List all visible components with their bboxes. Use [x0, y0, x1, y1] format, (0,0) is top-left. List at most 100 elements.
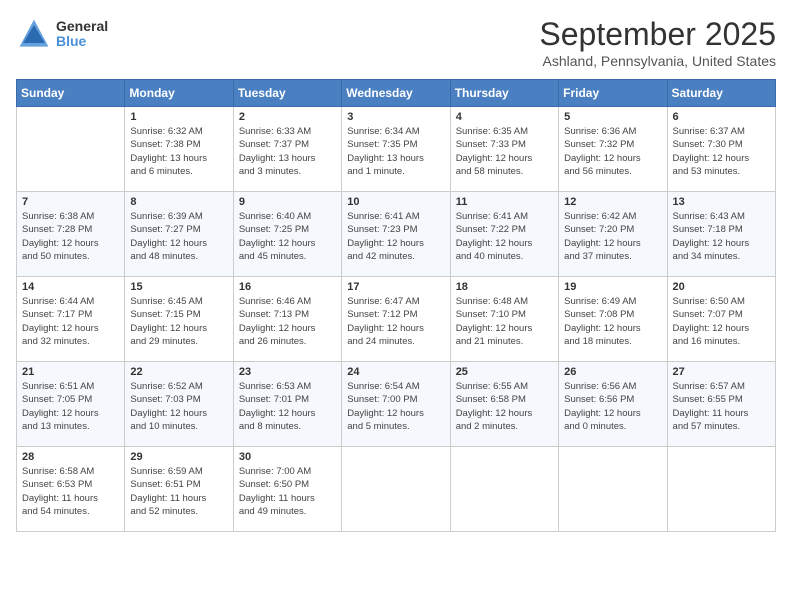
col-header-thursday: Thursday [450, 80, 558, 107]
day-info: Sunrise: 6:44 AM Sunset: 7:17 PM Dayligh… [22, 295, 119, 348]
day-info: Sunrise: 6:35 AM Sunset: 7:33 PM Dayligh… [456, 125, 553, 178]
calendar-day: 12 Sunrise: 6:42 AM Sunset: 7:20 PM Dayli… [559, 192, 667, 277]
calendar-day: 27 Sunrise: 6:57 AM Sunset: 6:55 PM Dayli… [667, 362, 775, 447]
col-header-saturday: Saturday [667, 80, 775, 107]
day-number: 8 [130, 196, 227, 208]
day-info: Sunrise: 6:59 AM Sunset: 6:51 PM Dayligh… [130, 465, 227, 518]
day-number: 17 [347, 281, 444, 293]
logo-icon [16, 16, 52, 52]
day-info: Sunrise: 6:57 AM Sunset: 6:55 PM Dayligh… [673, 380, 770, 433]
day-info: Sunrise: 6:40 AM Sunset: 7:25 PM Dayligh… [239, 210, 336, 263]
calendar-day: 5Sunrise: 6:36 AM Sunset: 7:32 PM Daylig… [559, 107, 667, 192]
day-info: Sunrise: 6:53 AM Sunset: 7:01 PM Dayligh… [239, 380, 336, 433]
day-info: Sunrise: 6:58 AM Sunset: 6:53 PM Dayligh… [22, 465, 119, 518]
calendar-day: 3 Sunrise: 6:34 AM Sunset: 7:35 PM Daylig… [342, 107, 450, 192]
logo-text: General Blue [56, 19, 108, 50]
day-number: 9 [239, 196, 336, 208]
day-info: Sunrise: 6:51 AM Sunset: 7:05 PM Dayligh… [22, 380, 119, 433]
day-number: 30 [239, 451, 336, 463]
day-info: Sunrise: 6:42 AM Sunset: 7:20 PM Dayligh… [564, 210, 661, 263]
location: Ashland, Pennsylvania, United States [539, 53, 776, 69]
day-number: 19 [564, 281, 661, 293]
logo: General Blue [16, 16, 108, 52]
calendar-day [342, 447, 450, 532]
day-number: 4 [456, 111, 553, 123]
day-info: Sunrise: 6:37 AM Sunset: 7:30 PM Dayligh… [673, 125, 770, 178]
day-info: Sunrise: 6:49 AM Sunset: 7:08 PM Dayligh… [564, 295, 661, 348]
col-header-friday: Friday [559, 80, 667, 107]
calendar-day: 30 Sunrise: 7:00 AM Sunset: 6:50 PM Dayli… [233, 447, 341, 532]
page-header: General Blue September 2025 Ashland, Pen… [16, 16, 776, 69]
day-number: 23 [239, 366, 336, 378]
day-number: 12 [564, 196, 661, 208]
calendar-week-4: 21Sunrise: 6:51 AM Sunset: 7:05 PM Dayli… [17, 362, 776, 447]
day-number: 14 [22, 281, 119, 293]
calendar-day [667, 447, 775, 532]
calendar-day [559, 447, 667, 532]
day-number: 13 [673, 196, 770, 208]
day-number: 1 [130, 111, 227, 123]
day-info: Sunrise: 6:52 AM Sunset: 7:03 PM Dayligh… [130, 380, 227, 433]
calendar-day: 10 Sunrise: 6:41 AM Sunset: 7:23 PM Dayli… [342, 192, 450, 277]
logo-general: General [56, 19, 108, 34]
calendar-day: 29Sunrise: 6:59 AM Sunset: 6:51 PM Dayli… [125, 447, 233, 532]
day-number: 6 [673, 111, 770, 123]
calendar-day: 8Sunrise: 6:39 AM Sunset: 7:27 PM Daylig… [125, 192, 233, 277]
day-info: Sunrise: 6:43 AM Sunset: 7:18 PM Dayligh… [673, 210, 770, 263]
day-number: 10 [347, 196, 444, 208]
day-info: Sunrise: 6:32 AM Sunset: 7:38 PM Dayligh… [130, 125, 227, 178]
calendar-day [17, 107, 125, 192]
day-number: 27 [673, 366, 770, 378]
calendar-day: 28Sunrise: 6:58 AM Sunset: 6:53 PM Dayli… [17, 447, 125, 532]
calendar-day: 25 Sunrise: 6:55 AM Sunset: 6:58 PM Dayli… [450, 362, 558, 447]
day-info: Sunrise: 6:50 AM Sunset: 7:07 PM Dayligh… [673, 295, 770, 348]
calendar-table: SundayMondayTuesdayWednesdayThursdayFrid… [16, 79, 776, 532]
calendar-day: 26 Sunrise: 6:56 AM Sunset: 6:56 PM Dayli… [559, 362, 667, 447]
day-info: Sunrise: 6:41 AM Sunset: 7:23 PM Dayligh… [347, 210, 444, 263]
calendar-day: 4 Sunrise: 6:35 AM Sunset: 7:33 PM Daylig… [450, 107, 558, 192]
calendar-day: 15 Sunrise: 6:45 AM Sunset: 7:15 PM Dayli… [125, 277, 233, 362]
calendar-day: 13 Sunrise: 6:43 AM Sunset: 7:18 PM Dayli… [667, 192, 775, 277]
calendar-day: 18 Sunrise: 6:48 AM Sunset: 7:10 PM Dayli… [450, 277, 558, 362]
calendar-day: 24Sunrise: 6:54 AM Sunset: 7:00 PM Dayli… [342, 362, 450, 447]
calendar-day: 14 Sunrise: 6:44 AM Sunset: 7:17 PM Dayli… [17, 277, 125, 362]
col-header-monday: Monday [125, 80, 233, 107]
day-info: Sunrise: 7:00 AM Sunset: 6:50 PM Dayligh… [239, 465, 336, 518]
day-info: Sunrise: 6:55 AM Sunset: 6:58 PM Dayligh… [456, 380, 553, 433]
calendar-day: 11Sunrise: 6:41 AM Sunset: 7:22 PM Dayli… [450, 192, 558, 277]
day-number: 2 [239, 111, 336, 123]
day-info: Sunrise: 6:56 AM Sunset: 6:56 PM Dayligh… [564, 380, 661, 433]
calendar-week-3: 14 Sunrise: 6:44 AM Sunset: 7:17 PM Dayli… [17, 277, 776, 362]
calendar-day: 20 Sunrise: 6:50 AM Sunset: 7:07 PM Dayli… [667, 277, 775, 362]
day-number: 5 [564, 111, 661, 123]
day-number: 3 [347, 111, 444, 123]
day-info: Sunrise: 6:38 AM Sunset: 7:28 PM Dayligh… [22, 210, 119, 263]
day-number: 11 [456, 196, 553, 208]
calendar-day [450, 447, 558, 532]
month-title: September 2025 [539, 16, 776, 53]
day-info: Sunrise: 6:48 AM Sunset: 7:10 PM Dayligh… [456, 295, 553, 348]
calendar-header-row: SundayMondayTuesdayWednesdayThursdayFrid… [17, 80, 776, 107]
day-number: 20 [673, 281, 770, 293]
day-info: Sunrise: 6:34 AM Sunset: 7:35 PM Dayligh… [347, 125, 444, 178]
col-header-tuesday: Tuesday [233, 80, 341, 107]
calendar-day: 16Sunrise: 6:46 AM Sunset: 7:13 PM Dayli… [233, 277, 341, 362]
day-info: Sunrise: 6:33 AM Sunset: 7:37 PM Dayligh… [239, 125, 336, 178]
calendar-day: 7Sunrise: 6:38 AM Sunset: 7:28 PM Daylig… [17, 192, 125, 277]
col-header-sunday: Sunday [17, 80, 125, 107]
calendar-week-1: 1 Sunrise: 6:32 AM Sunset: 7:38 PM Daylig… [17, 107, 776, 192]
calendar-day: 6 Sunrise: 6:37 AM Sunset: 7:30 PM Daylig… [667, 107, 775, 192]
day-number: 25 [456, 366, 553, 378]
col-header-wednesday: Wednesday [342, 80, 450, 107]
day-number: 18 [456, 281, 553, 293]
day-info: Sunrise: 6:54 AM Sunset: 7:00 PM Dayligh… [347, 380, 444, 433]
calendar-day: 9 Sunrise: 6:40 AM Sunset: 7:25 PM Daylig… [233, 192, 341, 277]
day-number: 15 [130, 281, 227, 293]
day-number: 16 [239, 281, 336, 293]
calendar-week-5: 28Sunrise: 6:58 AM Sunset: 6:53 PM Dayli… [17, 447, 776, 532]
day-number: 22 [130, 366, 227, 378]
day-number: 26 [564, 366, 661, 378]
day-info: Sunrise: 6:47 AM Sunset: 7:12 PM Dayligh… [347, 295, 444, 348]
day-info: Sunrise: 6:45 AM Sunset: 7:15 PM Dayligh… [130, 295, 227, 348]
calendar-day: 2 Sunrise: 6:33 AM Sunset: 7:37 PM Daylig… [233, 107, 341, 192]
